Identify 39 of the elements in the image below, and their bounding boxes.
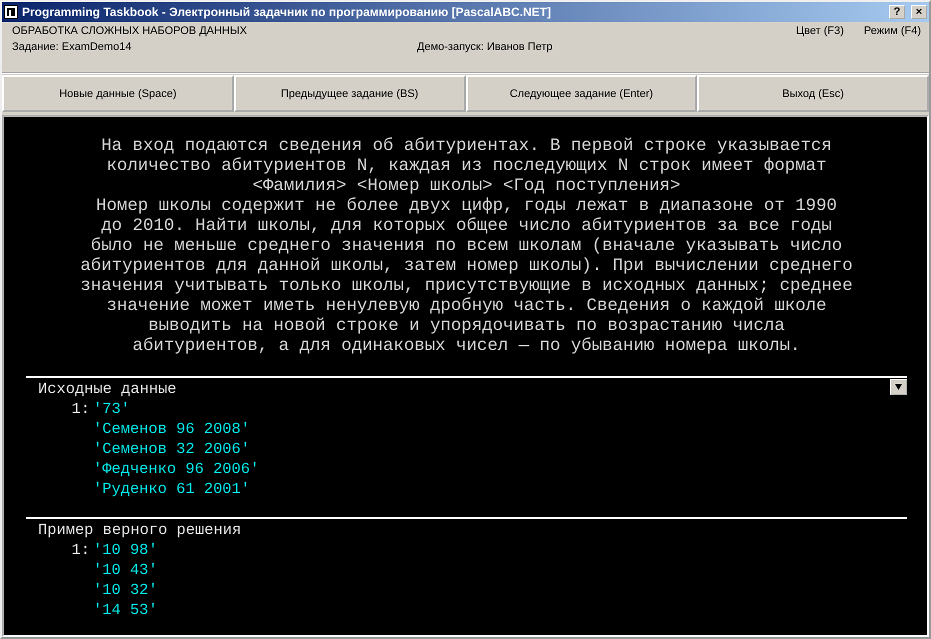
description-line: Номер школы содержит не более двух цифр, годы лежат в диапазоне от 1990 [96,197,837,217]
description-line: значение может иметь ненулевую дробную часть. Сведения о каждой школе [106,297,827,317]
description-line: <Фамилия> <Номер школы> <Год поступления> [252,177,680,197]
data-value: '10 32' [93,580,158,600]
data-value: 'Семенов 96 2008' [93,419,250,439]
section-title: Исходные данные [38,380,177,398]
description-line: было не меньше среднего значения по всем школам (вначале указывать число [90,237,842,257]
mode-shortcut[interactable]: Режим (F4) [864,25,921,41]
next-task-button[interactable]: Следующее задание (Enter) [466,75,698,112]
caret-icon [894,383,903,391]
description-line: На вход подаются сведения об абитуриентах. В первой строке указывается [101,137,832,157]
data-value: 'Семенов 32 2006' [93,439,250,459]
demo-run-label: Демо-запуск: Иванов Петр [417,41,554,55]
color-shortcut[interactable]: Цвет (F3) [796,25,844,41]
description-line: значения учитывать только школы, присутствующие в исходных данных; среднее [80,277,853,297]
data-value: '14 53' [93,600,158,620]
close-button[interactable]: × [911,5,927,19]
data-value: '73' [93,399,130,419]
window-title: Programming Taskbook - Электронный задачник по программированию [PascalABC.NET] [22,5,552,19]
dropdown-button[interactable] [890,379,907,395]
description-line: до 2010. Найти школы, для которых общее число абитуриентов за все годы [101,217,832,237]
task-name: Задание: ExamDemo14 [12,41,132,55]
data-value: '10 98' [93,540,158,560]
description-line: выводить на новой строке и упорядочивать по возрастанию числа [148,317,785,337]
app-icon [4,5,18,19]
exit-button[interactable]: Выход (Esc) [697,75,929,112]
line-number: 1: [72,541,90,559]
help-button[interactable]: ? [889,5,905,19]
description-line: количество абитуриентов N, каждая из последующих N строк имеет формат [106,157,827,177]
line-number: 1: [72,400,90,418]
section-title: Пример верного решения [38,521,242,539]
data-value: '10 43' [93,560,158,580]
task-group-title: ОБРАБОТКА СЛОЖНЫХ НАБОРОВ ДАННЫХ [12,25,248,39]
previous-task-button[interactable]: Предыдущее задание (BS) [234,75,466,112]
data-value: 'Руденко 61 2001' [93,479,250,499]
description-line: абитуриентов для данной школы, затем номер школы). При вычислении среднего [80,257,853,277]
new-data-button[interactable]: Новые данные (Space) [2,75,234,112]
description-line: абитуриентов, а для одинаковых чисел — по убыванию номера школы. [132,337,800,357]
data-value: 'Федченко 96 2006' [93,459,260,479]
